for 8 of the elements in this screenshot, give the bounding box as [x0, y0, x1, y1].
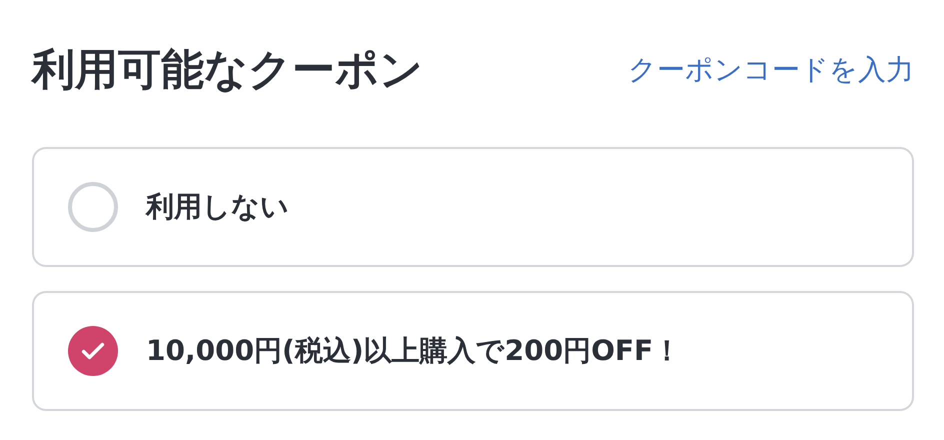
radio-button[interactable] [68, 182, 118, 232]
section-title: 利用可能なクーポン [32, 44, 423, 97]
coupon-option[interactable]: 10,000円(税込)以上購入で200円OFF！ [32, 291, 914, 411]
option-label: 利用しない [146, 189, 289, 225]
coupon-option[interactable]: 利用しない [32, 147, 914, 267]
option-label: 10,000円(税込)以上購入で200円OFF！ [146, 333, 682, 369]
enter-coupon-code-link[interactable]: クーポンコードを入力 [628, 51, 914, 89]
radio-button[interactable] [68, 326, 118, 376]
